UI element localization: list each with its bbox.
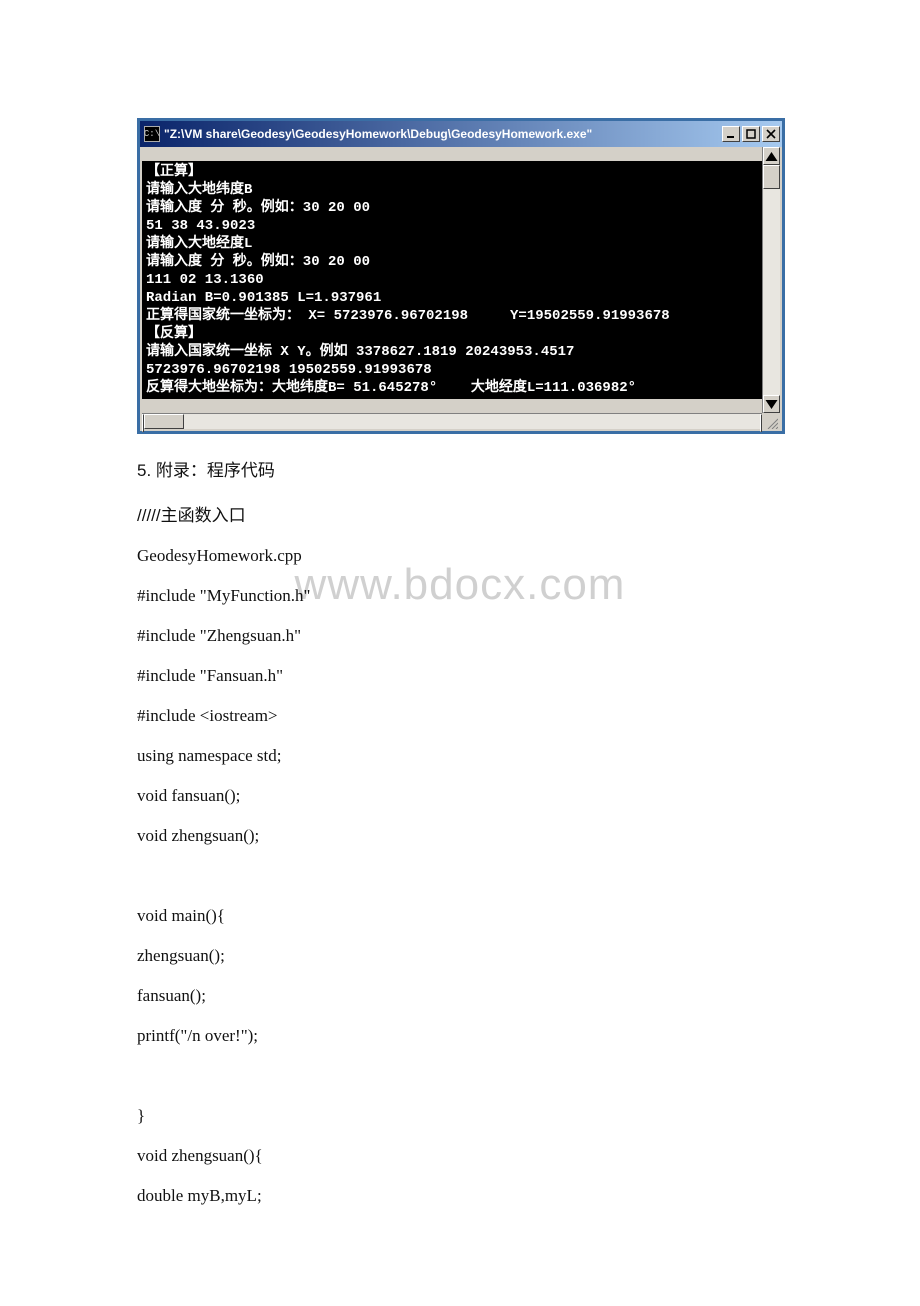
code-line: void zhengsuan(); — [137, 826, 783, 846]
horizontal-scrollbar[interactable] — [142, 413, 762, 429]
code-line: } — [137, 1106, 783, 1126]
code-line: void zhengsuan(){ — [137, 1146, 783, 1166]
code-line: #include "MyFunction.h" — [137, 586, 783, 606]
vertical-track[interactable] — [763, 165, 780, 395]
minimize-button[interactable] — [722, 126, 740, 142]
maximize-button[interactable] — [742, 126, 760, 142]
scroll-up-button[interactable] — [763, 147, 780, 165]
resize-grip[interactable] — [762, 413, 780, 431]
vertical-thumb[interactable] — [763, 165, 780, 189]
code-line: void fansuan(); — [137, 786, 783, 806]
horizontal-track[interactable] — [144, 414, 760, 429]
document-body: 5. 附录：程序代码 /////主函数入口 GeodesyHomework.cp… — [137, 456, 783, 1206]
section-heading: 5. 附录：程序代码 — [137, 456, 783, 481]
horizontal-thumb[interactable] — [144, 414, 184, 429]
code-line — [137, 1066, 783, 1086]
console-window: C:\ "Z:\VM share\Geodesy\GeodesyHomework… — [137, 118, 785, 434]
code-line: void main(){ — [137, 906, 783, 926]
code-line: zhengsuan(); — [137, 946, 783, 966]
scroll-down-button[interactable] — [763, 395, 780, 413]
code-line: printf("/n over!"); — [137, 1026, 783, 1046]
window-title: "Z:\VM share\Geodesy\GeodesyHomework\Deb… — [164, 127, 722, 141]
code-line — [137, 866, 783, 886]
console-output: 【正算】 请输入大地纬度B 请输入度 分 秒。例如：30 20 00 51 38… — [142, 161, 762, 399]
code-line: #include "Fansuan.h" — [137, 666, 783, 686]
code-line: fansuan(); — [137, 986, 783, 1006]
code-line: double myB,myL; — [137, 1186, 783, 1206]
vertical-scrollbar[interactable] — [762, 147, 780, 413]
titlebar: C:\ "Z:\VM share\Geodesy\GeodesyHomework… — [140, 121, 782, 147]
code-comment: /////主函数入口 — [137, 501, 783, 526]
filename-line: GeodesyHomework.cpp — [137, 546, 783, 566]
code-line: #include "Zhengsuan.h" — [137, 626, 783, 646]
app-icon: C:\ — [144, 126, 160, 142]
code-line: #include <iostream> — [137, 706, 783, 726]
close-button[interactable] — [762, 126, 780, 142]
code-line: using namespace std; — [137, 746, 783, 766]
